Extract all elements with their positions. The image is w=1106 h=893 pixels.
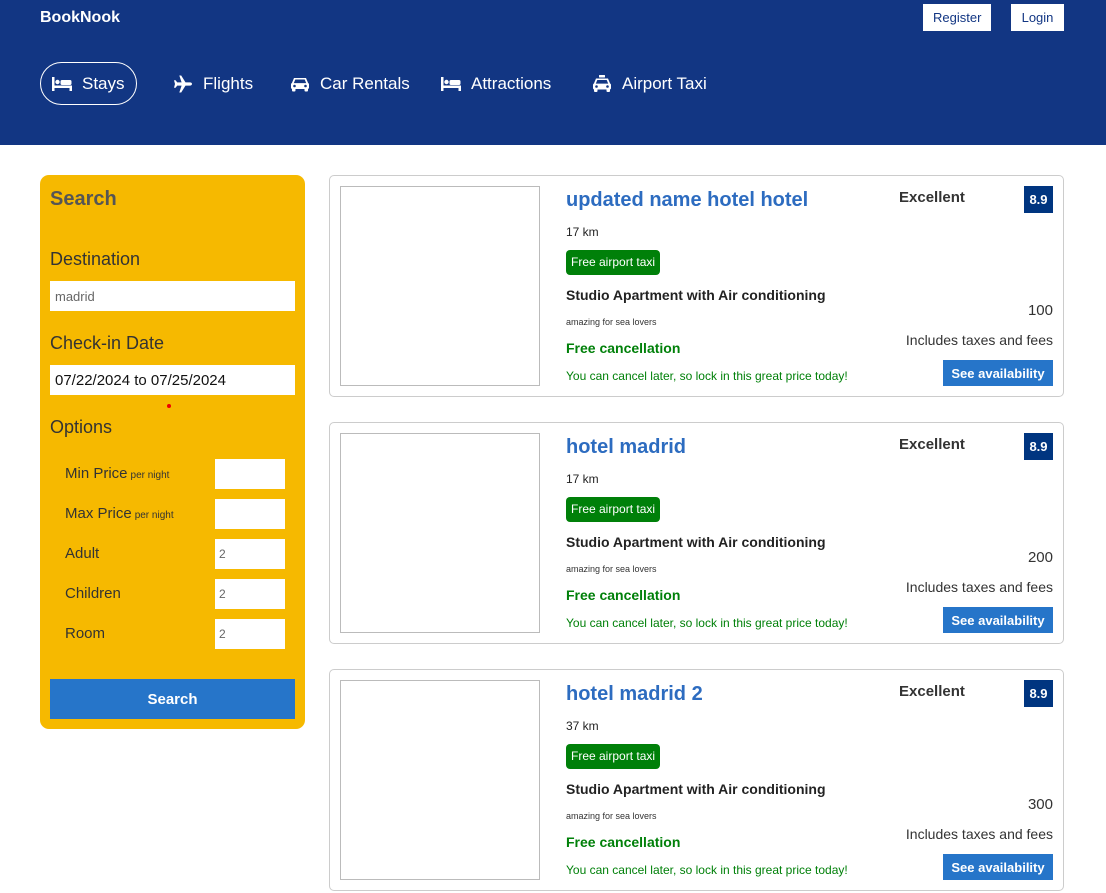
checkin-label: Check-in Date	[50, 333, 165, 353]
cancellation-note: You can cancel later, so lock in this gr…	[566, 369, 848, 383]
free-cancellation: Free cancellation	[566, 834, 681, 850]
option-label: Room	[65, 625, 106, 642]
login-button[interactable]: Login	[1011, 4, 1064, 31]
checkin-date-input[interactable]	[50, 365, 295, 395]
nav-item-stays[interactable]: Stays	[40, 62, 137, 105]
bed-icon	[440, 74, 462, 94]
tax-note: Includes taxes and fees	[905, 826, 1053, 842]
rating-badge: 8.9	[1024, 433, 1053, 460]
see-availability-button[interactable]: See availability	[943, 854, 1053, 880]
nav-label: Airport Taxi	[622, 73, 707, 93]
free-taxi-badge: Free airport taxi	[566, 744, 661, 769]
option-min-price: Min Price per night	[65, 459, 285, 489]
nav-item-attractions[interactable]: Attractions	[440, 62, 551, 105]
room-type: Studio Apartment with Air conditioning	[566, 781, 826, 797]
option-max-price: Max Price per night	[65, 499, 285, 529]
per-night-note: per night	[134, 510, 174, 521]
per-night-note: per night	[130, 470, 170, 481]
option-label: Min Price per night	[65, 465, 170, 482]
hotel-distance: 17 km	[566, 225, 599, 239]
free-cancellation: Free cancellation	[566, 340, 681, 356]
hotel-price: 200	[1027, 549, 1053, 566]
children-input[interactable]	[215, 579, 285, 609]
search-panel-title: Search	[50, 188, 117, 210]
hotel-image[interactable]	[340, 186, 540, 386]
options-label: Options	[50, 417, 113, 437]
nav-label: Flights	[203, 73, 254, 93]
cancellation-note: You can cancel later, so lock in this gr…	[566, 863, 848, 877]
nav-label: Car Rentals	[320, 73, 410, 93]
search-result-item: hotel madrid 17 km Free airport taxi Stu…	[329, 422, 1064, 644]
option-label: Adult	[65, 545, 100, 562]
hotel-description: amazing for sea lovers	[566, 811, 657, 821]
rating-badge: 8.9	[1024, 186, 1053, 213]
red-dot-marker	[167, 404, 171, 408]
max-price-input[interactable]	[215, 499, 285, 529]
hotel-image[interactable]	[340, 680, 540, 880]
nav-item-flights[interactable]: Flights	[172, 62, 253, 105]
hotel-image[interactable]	[340, 433, 540, 633]
nav-item-car-rentals[interactable]: Car Rentals	[289, 62, 410, 105]
room-type: Studio Apartment with Air conditioning	[566, 534, 826, 550]
tax-note: Includes taxes and fees	[905, 579, 1053, 595]
nav-label: Attractions	[471, 73, 552, 93]
hotel-distance: 17 km	[566, 472, 599, 486]
room-type: Studio Apartment with Air conditioning	[566, 287, 826, 303]
hotel-name[interactable]: updated name hotel hotel	[566, 189, 808, 212]
search-panel: Search Destination Check-in Date Options…	[40, 175, 305, 729]
free-cancellation: Free cancellation	[566, 587, 681, 603]
rating-badge: 8.9	[1024, 680, 1053, 707]
destination-input[interactable]	[50, 281, 295, 311]
option-label: Max Price per night	[65, 505, 174, 522]
hotel-price: 100	[1027, 302, 1053, 319]
search-result-item: updated name hotel hotel 17 km Free airp…	[329, 175, 1064, 397]
taxi-icon	[591, 74, 613, 94]
search-button[interactable]: Search	[50, 679, 295, 719]
hotel-name[interactable]: hotel madrid	[566, 436, 686, 459]
adult-input[interactable]	[215, 539, 285, 569]
option-adult: Adult	[65, 539, 285, 569]
rating-text: Excellent	[899, 683, 965, 700]
hotel-price: 300	[1027, 796, 1053, 813]
bed-icon	[51, 74, 73, 94]
hotel-distance: 37 km	[566, 719, 599, 733]
see-availability-button[interactable]: See availability	[943, 360, 1053, 386]
option-children: Children	[65, 579, 285, 609]
nav-item-airport-taxi[interactable]: Airport Taxi	[591, 62, 707, 105]
hotel-description: amazing for sea lovers	[566, 564, 657, 574]
option-label: Children	[65, 585, 121, 602]
nav-label: Stays	[82, 73, 125, 93]
free-taxi-badge: Free airport taxi	[566, 497, 661, 522]
logo[interactable]: BookNook	[40, 9, 120, 27]
rating-text: Excellent	[899, 436, 965, 453]
cancellation-note: You can cancel later, so lock in this gr…	[566, 616, 848, 630]
room-input[interactable]	[215, 619, 285, 649]
min-price-input[interactable]	[215, 459, 285, 489]
search-result-item: hotel madrid 2 37 km Free airport taxi S…	[329, 669, 1064, 891]
see-availability-button[interactable]: See availability	[943, 607, 1053, 633]
hotel-name[interactable]: hotel madrid 2	[566, 683, 703, 706]
top-header: BookNook Register Login Stays Flights Ca…	[0, 0, 1106, 145]
register-button[interactable]: Register	[923, 4, 991, 31]
plane-icon	[172, 74, 194, 94]
car-icon	[289, 74, 311, 94]
hotel-description: amazing for sea lovers	[566, 317, 657, 327]
rating-text: Excellent	[899, 189, 965, 206]
destination-label: Destination	[50, 249, 141, 269]
free-taxi-badge: Free airport taxi	[566, 250, 661, 275]
tax-note: Includes taxes and fees	[905, 332, 1053, 348]
option-room: Room	[65, 619, 285, 649]
